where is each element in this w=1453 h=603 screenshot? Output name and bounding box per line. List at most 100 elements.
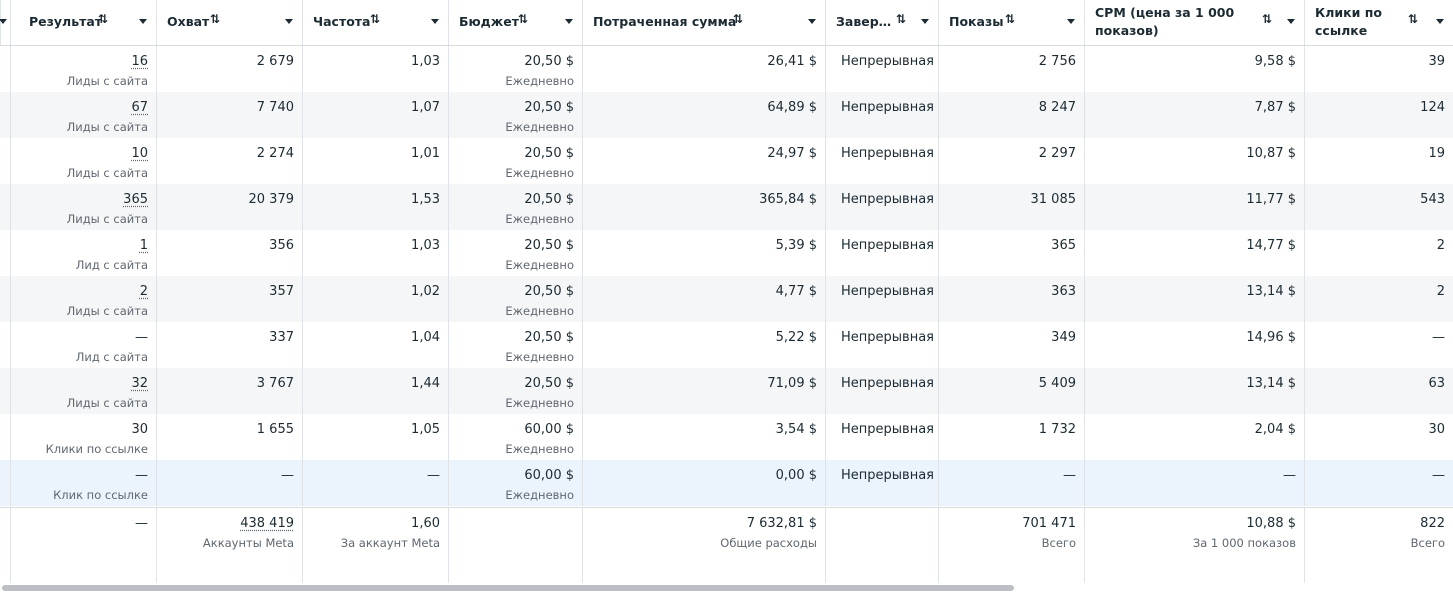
frequency-value: — <box>427 468 440 483</box>
column-menu-caret-icon[interactable] <box>808 19 816 24</box>
table-row[interactable]: — Клик по ссылке — — 60,00 $ Ежедневно 0,00 $ Н… <box>0 460 1453 506</box>
result-type-caption: Лиды с сайта <box>66 166 148 180</box>
cell-impressions: 5 409 <box>938 368 1084 414</box>
reach-value: 3 767 <box>256 376 294 391</box>
result-value[interactable]: 67 <box>131 100 148 116</box>
column-label: Результат <box>29 14 103 29</box>
table-row[interactable]: — Лид с сайта 337 1,04 20,50 $ Ежедневно 5,22 … <box>0 322 1453 368</box>
row-spacer <box>0 46 10 92</box>
totals-reach-value[interactable]: 438 419 <box>240 516 294 532</box>
sort-updown-icon[interactable]: ⇅ <box>1408 12 1418 26</box>
column-menu-caret-icon[interactable] <box>565 19 573 24</box>
table-row[interactable]: 67 Лиды с сайта 7 740 1,07 20,50 $ Ежедневно 6… <box>0 92 1453 138</box>
table-row[interactable]: 365 Лиды с сайта 20 379 1,53 20,50 $ Ежедневн… <box>0 184 1453 230</box>
column-menu-caret-icon[interactable] <box>1436 19 1444 24</box>
cell-spent: 71,09 $ <box>582 368 825 414</box>
cell-budget: 20,50 $ Ежедневно <box>448 92 582 138</box>
end-value: Непрерывная <box>841 468 934 483</box>
sort-updown-icon[interactable]: ⇅ <box>1262 12 1272 26</box>
cell-cpm: 2,04 $ <box>1084 414 1304 460</box>
budget-value: 60,00 $ <box>524 422 574 437</box>
result-value[interactable]: 16 <box>131 54 148 70</box>
cpm-value: 9,58 $ <box>1254 54 1296 69</box>
table-row[interactable]: 10 Лиды с сайта 2 274 1,01 20,50 $ Ежедневно 2… <box>0 138 1453 184</box>
column-label: Бюджет <box>459 14 519 29</box>
cell-impressions: 363 <box>938 276 1084 322</box>
column-header-impressions[interactable]: Показы ⇅ <box>938 0 1084 45</box>
impressions-value: 1 732 <box>1038 422 1076 437</box>
sort-updown-icon[interactable]: ⇅ <box>518 12 528 26</box>
table-row[interactable]: 16 Лиды с сайта 2 679 1,03 20,50 $ Ежедневно 2… <box>0 46 1453 92</box>
column-menu-caret-icon[interactable] <box>139 19 147 24</box>
table-row[interactable]: 1 Лид с сайта 356 1,03 20,50 $ Ежедневно 5,39 … <box>0 230 1453 276</box>
totals-result: — <box>10 508 156 584</box>
sort-updown-icon[interactable]: ⇅ <box>370 12 380 26</box>
table-row[interactable]: 30 Клики по ссылке 1 655 1,05 60,00 $ Ежеднев… <box>0 414 1453 460</box>
column-label: CPM (цена за 1 000 показов) <box>1095 5 1235 38</box>
result-value[interactable]: 1 <box>140 238 148 254</box>
cell-spent: 4,77 $ <box>582 276 825 322</box>
end-value: Непрерывная <box>841 238 934 253</box>
cell-end: Непрерывная <box>825 460 938 506</box>
cell-budget: 60,00 $ Ежедневно <box>448 460 582 506</box>
table-row[interactable]: 32 Лиды с сайта 3 767 1,44 20,50 $ Ежедневно 7… <box>0 368 1453 414</box>
cell-impressions: 1 732 <box>938 414 1084 460</box>
column-header-end[interactable]: Завер… ⇅ <box>825 0 938 45</box>
column-menu-caret-icon[interactable] <box>431 19 439 24</box>
cell-budget: 20,50 $ Ежедневно <box>448 276 582 322</box>
totals-clicks-caption: Всего <box>1410 536 1445 550</box>
cell-reach: 337 <box>156 322 302 368</box>
horizontal-scrollbar-thumb[interactable] <box>2 585 1014 591</box>
column-menu-caret-icon[interactable] <box>285 19 293 24</box>
column-label: Показы <box>949 14 1004 29</box>
cell-reach: 1 655 <box>156 414 302 460</box>
sort-updown-icon[interactable]: ⇅ <box>1005 12 1015 26</box>
end-value: Непрерывная <box>841 54 934 69</box>
column-menu-caret-icon[interactable] <box>1287 19 1295 24</box>
budget-period-caption: Ежедневно <box>505 212 574 226</box>
cell-result: 67 Лиды с сайта <box>10 92 156 138</box>
sort-updown-icon[interactable]: ⇅ <box>210 12 220 26</box>
cell-frequency: 1,04 <box>302 322 448 368</box>
result-value[interactable]: 2 <box>140 284 148 300</box>
frequency-value: 1,03 <box>411 54 440 69</box>
header-caret-icon[interactable] <box>0 19 7 24</box>
column-header-frequency[interactable]: Частота ⇅ <box>302 0 448 45</box>
column-header-cpm[interactable]: CPM (цена за 1 000 показов) ⇅ <box>1084 0 1304 45</box>
spent-value: 24,97 $ <box>767 146 817 161</box>
column-menu-caret-icon[interactable] <box>1067 19 1075 24</box>
sort-updown-icon[interactable]: ⇅ <box>896 12 906 26</box>
budget-value: 20,50 $ <box>524 100 574 115</box>
cell-result: 16 Лиды с сайта <box>10 46 156 92</box>
sort-updown-icon[interactable]: ⇅ <box>98 12 108 26</box>
result-value[interactable]: 10 <box>131 146 148 162</box>
table-row[interactable]: 2 Лиды с сайта 357 1,02 20,50 $ Ежедневно 4,77… <box>0 276 1453 322</box>
column-header-reach[interactable]: Охват ⇅ <box>156 0 302 45</box>
column-menu-caret-icon[interactable] <box>921 19 929 24</box>
totals-spent-value: 7 632,81 $ <box>746 516 817 531</box>
column-header-spent[interactable]: Потраченная сумма ⇅ <box>582 0 825 45</box>
budget-period-caption: Ежедневно <box>505 350 574 364</box>
column-header-link-clicks[interactable]: Клики по ссылке ⇅ <box>1304 0 1453 45</box>
frequency-value: 1,44 <box>411 376 440 391</box>
result-value[interactable]: 365 <box>123 192 148 208</box>
result-type-caption: Лид с сайта <box>75 258 148 272</box>
totals-impressions-caption: Всего <box>1041 536 1076 550</box>
budget-period-caption: Ежедневно <box>505 488 574 502</box>
frequency-value: 1,03 <box>411 238 440 253</box>
column-header-result[interactable]: Результат ⇅ <box>10 0 156 45</box>
budget-value: 20,50 $ <box>524 376 574 391</box>
spent-value: 5,22 $ <box>775 330 817 345</box>
budget-value: 20,50 $ <box>524 146 574 161</box>
cell-spent: 64,89 $ <box>582 92 825 138</box>
cell-frequency: 1,03 <box>302 230 448 276</box>
result-value[interactable]: 32 <box>131 376 148 392</box>
cell-result: 32 Лиды с сайта <box>10 368 156 414</box>
budget-period-caption: Ежедневно <box>505 74 574 88</box>
cell-impressions: 8 247 <box>938 92 1084 138</box>
column-header-budget[interactable]: Бюджет ⇅ <box>448 0 582 45</box>
totals-frequency-value: 1,60 <box>411 516 440 531</box>
sort-updown-icon[interactable]: ⇅ <box>733 12 743 26</box>
cell-cpm: 9,58 $ <box>1084 46 1304 92</box>
table-header: Результат ⇅ Охват ⇅ Частота ⇅ Бюджет ⇅ П… <box>0 0 1453 46</box>
